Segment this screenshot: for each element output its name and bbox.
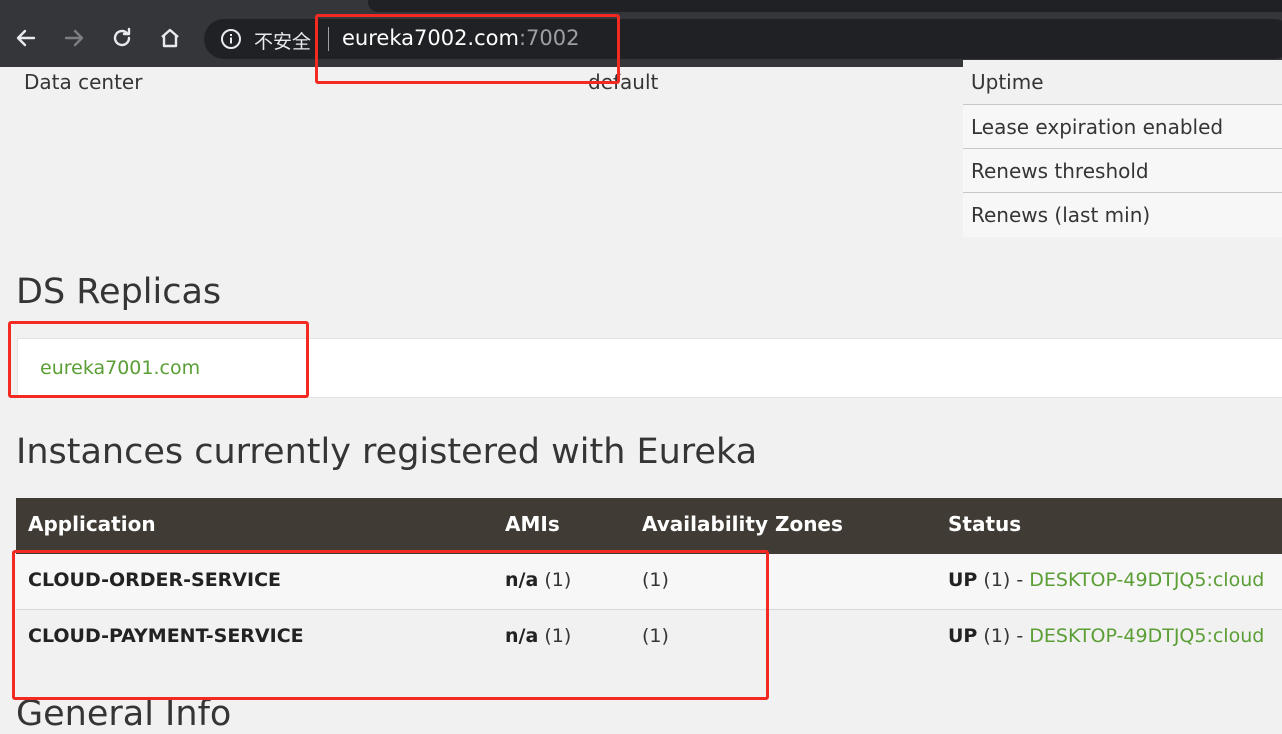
ds-replicas-heading: DS Replicas <box>16 272 222 312</box>
header-availability-zones: Availability Zones <box>642 512 843 536</box>
stat-renews-threshold: Renews threshold <box>963 149 1282 193</box>
stat-renews-last-min: Renews (last min) <box>963 193 1282 237</box>
stat-uptime: Uptime <box>963 60 1282 105</box>
stats-table: Uptime Lease expiration enabled Renews t… <box>963 60 1282 237</box>
reload-button[interactable] <box>104 20 140 56</box>
header-application: Application <box>28 512 156 536</box>
instances-heading: Instances currently registered with Eure… <box>16 432 758 472</box>
data-center-label: Data center <box>24 70 143 94</box>
instance-link[interactable]: DESKTOP-49DTJQ5:cloud <box>1029 569 1264 591</box>
home-icon <box>161 28 179 48</box>
status-count: (1) - <box>983 625 1024 647</box>
info-icon[interactable] <box>220 28 242 50</box>
back-arrow-icon <box>16 29 36 47</box>
status-value: UP <box>948 625 978 647</box>
forward-arrow-icon <box>64 29 84 47</box>
status-count: (1) - <box>983 569 1024 591</box>
annotation-box-instances <box>12 550 769 700</box>
status-value: UP <box>948 569 978 591</box>
browser-toolbar: 不安全 eureka7002.com:7002 <box>0 0 1282 67</box>
table-header: Application AMIs Availability Zones Stat… <box>16 498 1282 554</box>
tab-strip <box>368 0 1282 12</box>
security-label[interactable]: 不安全 <box>254 27 311 54</box>
header-amis: AMIs <box>505 512 560 536</box>
instance-link[interactable]: DESKTOP-49DTJQ5:cloud <box>1029 625 1264 647</box>
home-button[interactable] <box>152 20 188 56</box>
reload-icon <box>113 27 131 47</box>
status-cell: UP (1) - DESKTOP-49DTJQ5:cloud <box>948 569 1264 591</box>
back-button[interactable] <box>8 20 44 56</box>
stat-lease-expiration: Lease expiration enabled <box>963 105 1282 149</box>
status-cell: UP (1) - DESKTOP-49DTJQ5:cloud <box>948 625 1264 647</box>
annotation-box-url <box>315 14 620 84</box>
annotation-box-replica <box>8 321 309 398</box>
header-status: Status <box>948 512 1022 536</box>
forward-button[interactable] <box>56 20 92 56</box>
general-info-heading: General Info <box>16 694 232 734</box>
